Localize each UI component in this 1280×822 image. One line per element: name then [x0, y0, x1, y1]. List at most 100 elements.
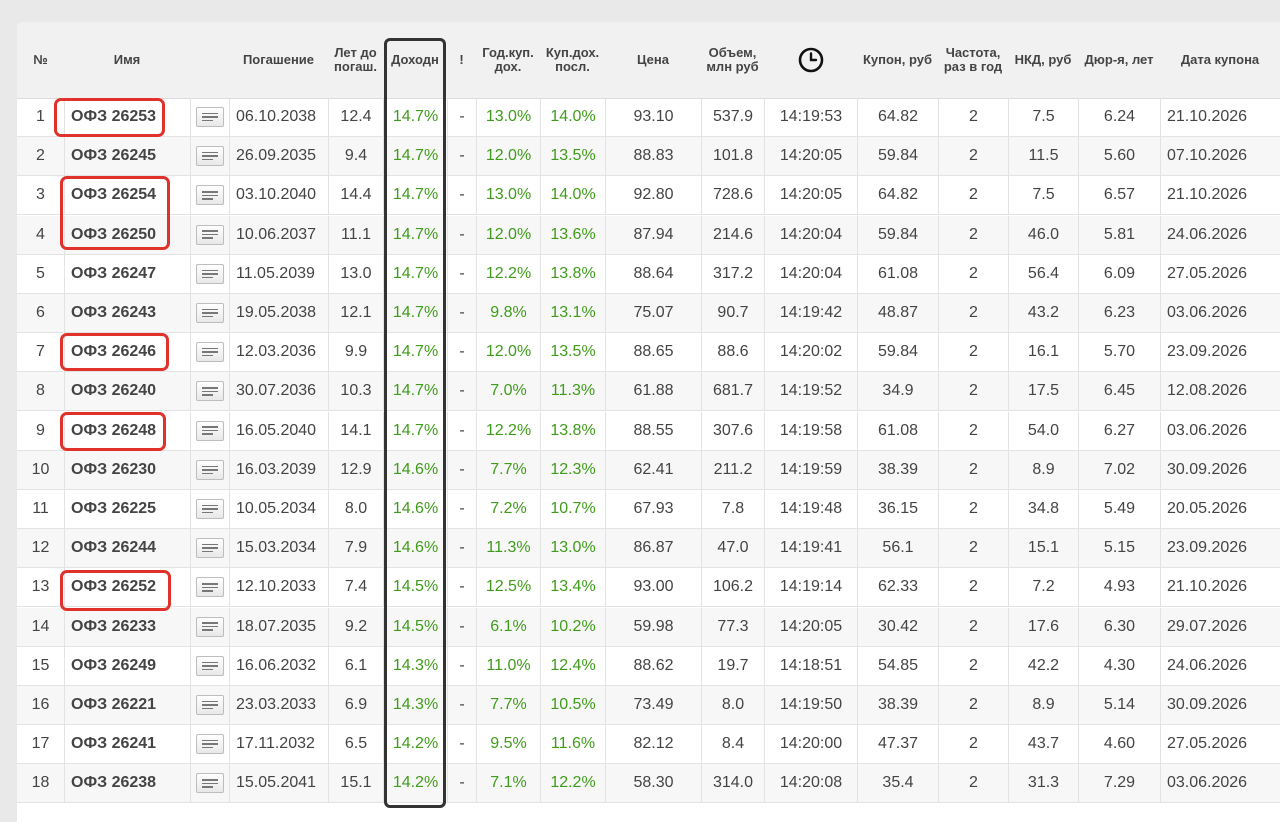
column-header-volume[interactable]: Объем, млн руб — [701, 22, 764, 98]
table-row[interactable]: 7 ОФЗ 26246 12.03.2036 9.9 14.7% -12.0% 13.5% 8… — [17, 333, 1280, 373]
cell-note[interactable] — [190, 254, 229, 293]
notes-icon[interactable] — [196, 577, 224, 598]
column-header-last-coupon-yield[interactable]: Куп.дох. посл. — [540, 22, 605, 98]
cell-note[interactable] — [190, 372, 229, 411]
cell-note[interactable] — [190, 176, 229, 215]
cell-name[interactable]: ОФЗ 26233 — [64, 607, 190, 646]
cell-name[interactable]: ОФЗ 26241 — [64, 725, 190, 764]
table-row[interactable]: 14 ОФЗ 26233 18.07.2035 9.2 14.5% -6.1% 10.2% 5… — [17, 607, 1280, 647]
notes-icon[interactable] — [196, 107, 224, 127]
cell-name[interactable]: ОФЗ 26243 — [64, 294, 190, 332]
cell-name[interactable]: ОФЗ 26246 — [64, 333, 190, 372]
column-header-nkd[interactable]: НКД, руб — [1008, 22, 1078, 98]
notes-icon[interactable] — [196, 459, 224, 480]
column-header-years[interactable]: Лет до погаш. — [328, 22, 383, 98]
cell-note[interactable] — [190, 98, 229, 136]
cell-name[interactable]: ОФЗ 26245 — [64, 137, 190, 176]
cell-note[interactable] — [190, 294, 229, 332]
notes-icon[interactable] — [196, 185, 224, 206]
notes-icon[interactable] — [196, 655, 224, 676]
cell-price: 88.83 — [605, 137, 701, 176]
column-header-coupon-date[interactable]: Дата купона — [1160, 22, 1280, 98]
column-header-coupon[interactable]: Купон, руб — [857, 22, 938, 98]
notes-icon[interactable] — [196, 420, 224, 441]
table-row[interactable]: 15 ОФЗ 26249 16.06.2032 6.1 14.3% -11.0% 12.4%… — [17, 646, 1280, 686]
column-header-maturity[interactable]: Погашение — [229, 22, 328, 98]
cell-note[interactable] — [190, 411, 229, 450]
notes-icon[interactable] — [196, 499, 224, 519]
column-header-annual-coupon-yield[interactable]: Год.куп. дох. — [476, 22, 540, 98]
column-header-name[interactable]: Имя — [64, 22, 190, 98]
cell-note[interactable] — [190, 764, 229, 803]
notes-icon[interactable] — [196, 224, 224, 245]
cell-note[interactable] — [190, 215, 229, 254]
cell-name[interactable]: ОФЗ 26247 — [64, 254, 190, 293]
table-row[interactable]: 8 ОФЗ 26240 30.07.2036 10.3 14.7% -7.0% 11.3% 6… — [17, 372, 1280, 412]
cell-note[interactable] — [190, 568, 229, 607]
table-row[interactable]: 13 ОФЗ 26252 12.10.2033 7.4 14.5% -12.5% 13.4%… — [17, 568, 1280, 608]
cell-name[interactable]: ОФЗ 26230 — [64, 450, 190, 489]
cell-name[interactable]: ОФЗ 26249 — [64, 646, 190, 685]
notes-icon[interactable] — [196, 773, 224, 794]
cell-note[interactable] — [190, 646, 229, 685]
column-header-label: Имя — [113, 52, 141, 67]
column-header-frequency[interactable]: Частота, раз в год — [938, 22, 1008, 98]
cell-note[interactable] — [190, 137, 229, 176]
column-header-time[interactable] — [764, 22, 857, 98]
notes-icon[interactable] — [196, 342, 224, 363]
table-row[interactable]: 2 ОФЗ 26245 26.09.2035 9.4 14.7% -12.0% 13.5% 8… — [17, 137, 1280, 177]
cell-name[interactable]: ОФЗ 26248 — [64, 411, 190, 450]
cell-note[interactable] — [190, 725, 229, 764]
cell-name[interactable]: ОФЗ 26238 — [64, 764, 190, 803]
column-header-note[interactable] — [190, 22, 229, 98]
cell-price: 92.80 — [605, 176, 701, 215]
table-row[interactable]: 3 ОФЗ 26254 03.10.2040 14.4 14.7% -13.0% 14.0%… — [17, 176, 1280, 216]
cell-annual-coupon-yield: 11.3% — [476, 529, 540, 568]
cell-coupon-date: 21.10.2026 — [1160, 568, 1280, 607]
notes-icon[interactable] — [196, 538, 224, 559]
table-row[interactable]: 12 ОФЗ 26244 15.03.2034 7.9 14.6% -11.3% 13.0%… — [17, 529, 1280, 569]
cell-name[interactable]: ОФЗ 26254 — [64, 176, 190, 215]
table-row[interactable]: 18 ОФЗ 26238 15.05.2041 15.1 14.2% -7.1% 12.2%… — [17, 764, 1280, 804]
column-header-duration[interactable]: Дюр-я, лет — [1078, 22, 1160, 98]
cell-note[interactable] — [190, 450, 229, 489]
cell-name[interactable]: ОФЗ 26250 — [64, 215, 190, 254]
cell-last-coupon-yield: 13.6% — [540, 215, 605, 254]
cell-yield: 14.5% — [383, 607, 447, 646]
notes-icon[interactable] — [196, 263, 224, 284]
table-row[interactable]: 9 ОФЗ 26248 16.05.2040 14.1 14.7% -12.2% 13.8%… — [17, 411, 1280, 451]
table-row[interactable]: 1 ОФЗ 26253 06.10.2038 12.4 14.7% -13.0% 14.0%… — [17, 98, 1280, 137]
cell-note[interactable] — [190, 686, 229, 724]
notes-icon[interactable] — [196, 695, 224, 715]
table-row[interactable]: 16 ОФЗ 26221 23.03.2033 6.9 14.3% -7.7% 10.5% 7… — [17, 686, 1280, 725]
notes-icon[interactable] — [196, 381, 224, 402]
notes-icon[interactable] — [196, 734, 224, 755]
cell-note[interactable] — [190, 490, 229, 528]
cell-note[interactable] — [190, 607, 229, 646]
cell-note[interactable] — [190, 333, 229, 372]
cell-yield: 14.6% — [383, 450, 447, 489]
column-header-num[interactable]: № — [17, 22, 64, 98]
cell-name[interactable]: ОФЗ 26240 — [64, 372, 190, 411]
cell-note[interactable] — [190, 529, 229, 568]
cell-name[interactable]: ОФЗ 26244 — [64, 529, 190, 568]
column-header-flag[interactable]: ! — [447, 22, 476, 98]
table-row[interactable]: 17 ОФЗ 26241 17.11.2032 6.5 14.2% -9.5% 11.6% 8… — [17, 725, 1280, 765]
cell-time: 14:19:53 — [764, 98, 857, 136]
cell-name[interactable]: ОФЗ 26253 — [64, 98, 190, 136]
table-row[interactable]: 4 ОФЗ 26250 10.06.2037 11.1 14.7% -12.0% 13.6%… — [17, 215, 1280, 255]
table-row[interactable]: 11 ОФЗ 26225 10.05.2034 8.0 14.6% -7.2% 10.7% 6… — [17, 490, 1280, 529]
cell-name[interactable]: ОФЗ 26252 — [64, 568, 190, 607]
column-header-yield[interactable]: Доходн — [383, 22, 447, 98]
cell-name[interactable]: ОФЗ 26221 — [64, 686, 190, 724]
table-row[interactable]: 6 ОФЗ 26243 19.05.2038 12.1 14.7% -9.8% 13.1% 7… — [17, 294, 1280, 333]
column-header-price[interactable]: Цена — [605, 22, 701, 98]
cell-name[interactable]: ОФЗ 26225 — [64, 490, 190, 528]
cell-flag: - — [447, 294, 476, 332]
notes-icon[interactable] — [196, 616, 224, 637]
cell-years: 9.2 — [328, 607, 383, 646]
notes-icon[interactable] — [196, 303, 224, 323]
table-row[interactable]: 10 ОФЗ 26230 16.03.2039 12.9 14.6% -7.7% 12.3%… — [17, 450, 1280, 490]
table-row[interactable]: 5 ОФЗ 26247 11.05.2039 13.0 14.7% -12.2% 13.8%… — [17, 254, 1280, 294]
notes-icon[interactable] — [196, 146, 224, 167]
